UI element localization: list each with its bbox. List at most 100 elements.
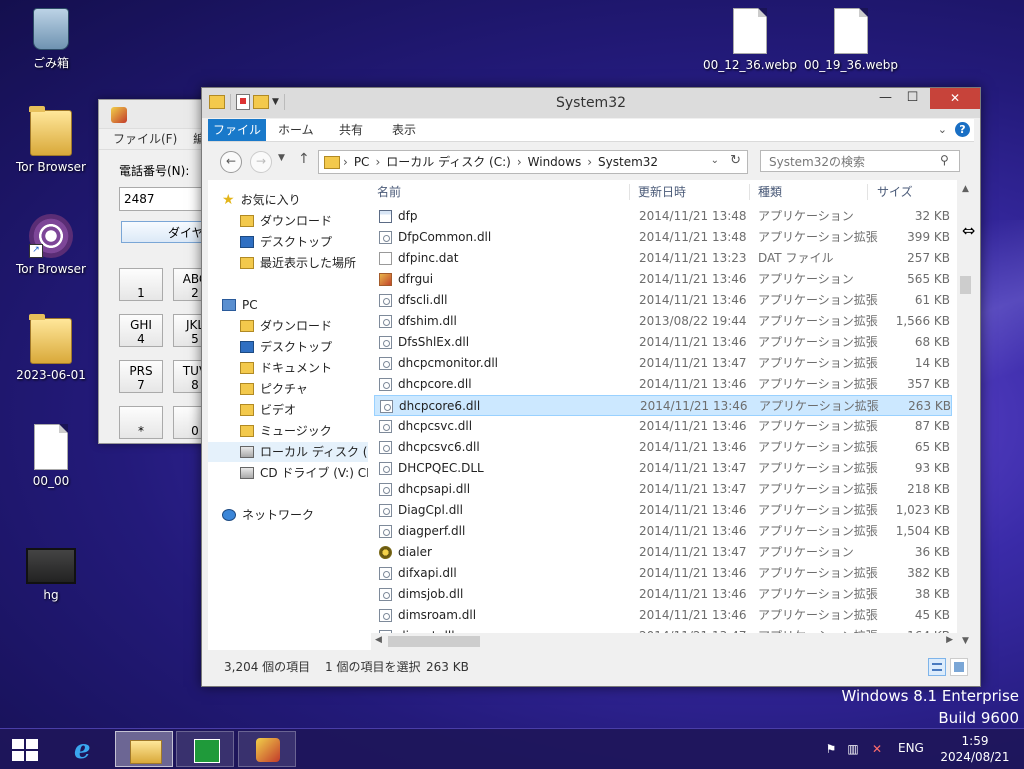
- recent-locations-dropdown-icon[interactable]: ▼: [278, 153, 285, 163]
- breadcrumb-item[interactable]: ローカル ディスク (C:): [386, 155, 511, 169]
- help-icon[interactable]: ?: [955, 122, 970, 137]
- file-row[interactable]: DfsShlEx.dll 2014/11/21 13:46 アプリケーション拡張 68…: [374, 332, 952, 353]
- nav-network[interactable]: ネットワーク: [208, 505, 368, 525]
- desktop-icon[interactable]: hg: [3, 540, 99, 602]
- file-row[interactable]: dhcpcore.dll 2014/11/21 13:46 アプリケーション拡張 35…: [374, 374, 952, 395]
- expand-ribbon-chevron-icon[interactable]: ⌄: [938, 123, 947, 136]
- vertical-scroll-thumb[interactable]: [960, 276, 971, 294]
- back-button[interactable]: ←: [220, 151, 242, 173]
- column-divider[interactable]: [749, 184, 750, 200]
- file-row[interactable]: DfpCommon.dll 2014/11/21 13:48 アプリケーション拡張 3…: [374, 227, 952, 248]
- network-icon[interactable]: ▥: [846, 742, 860, 756]
- nav-pc-item[interactable]: ミュージック: [208, 421, 368, 441]
- large-icons-view-button[interactable]: [950, 658, 968, 676]
- file-row[interactable]: dhcpcmonitor.dll 2014/11/21 13:47 アプリケーション…: [374, 353, 952, 374]
- address-dropdown-icon[interactable]: ⌄: [711, 155, 719, 166]
- column-header-name[interactable]: 名前: [377, 180, 401, 204]
- desktop-icon[interactable]: 00_12_36.webp: [702, 8, 798, 72]
- nav-pc-item[interactable]: デスクトップ: [208, 337, 368, 357]
- column-header-date[interactable]: 更新日時: [638, 180, 686, 204]
- file-row[interactable]: dfshim.dll 2013/08/22 19:44 アプリケーション拡張 1,56…: [374, 311, 952, 332]
- horizontal-scroll-thumb[interactable]: [388, 636, 480, 647]
- desktop-icon[interactable]: 00_00: [3, 424, 99, 488]
- action-center-flag-icon[interactable]: ⚑: [824, 742, 838, 756]
- close-button[interactable]: ✕: [930, 88, 980, 109]
- scroll-right-arrow-icon[interactable]: ▶: [946, 635, 953, 645]
- desktop-icon[interactable]: 2023-06-01: [3, 314, 99, 382]
- breadcrumb-item[interactable]: System32: [598, 155, 658, 169]
- breadcrumb-item[interactable]: Windows: [528, 155, 582, 169]
- column-header-size[interactable]: サイズ: [877, 180, 913, 204]
- tab-view[interactable]: 表示: [392, 119, 416, 141]
- tab-home[interactable]: ホーム: [278, 119, 314, 141]
- file-row[interactable]: dfp 2014/11/21 13:48 アプリケーション 32 KB: [374, 206, 952, 227]
- column-header-type[interactable]: 種類: [758, 180, 782, 204]
- file-row[interactable]: dimsjob.dll 2014/11/21 13:46 アプリケーション拡張 38 …: [374, 584, 952, 605]
- file-row[interactable]: dhcpsapi.dll 2014/11/21 13:47 アプリケーション拡張 21…: [374, 479, 952, 500]
- file-row[interactable]: dhcpcore6.dll 2014/11/21 13:46 アプリケーション拡張 2…: [374, 395, 952, 416]
- nav-pc[interactable]: PC: [208, 295, 368, 315]
- scroll-up-arrow-icon[interactable]: ▲: [957, 184, 974, 194]
- taskbar-phone-dialer[interactable]: [238, 731, 296, 767]
- breadcrumb-separator-icon[interactable]: ›: [587, 155, 592, 169]
- search-input[interactable]: System32の検索: [760, 150, 960, 172]
- desktop-icon[interactable]: Tor Browser: [3, 106, 99, 174]
- column-divider[interactable]: [629, 184, 630, 200]
- keypad-key[interactable]: PRS 7: [119, 360, 163, 393]
- breadcrumb-separator-icon[interactable]: ›: [343, 155, 348, 169]
- taskbar-clock[interactable]: 1:59 2024/08/21: [940, 733, 1010, 765]
- nav-favorites-item[interactable]: デスクトップ: [208, 232, 368, 252]
- minimize-button[interactable]: —: [872, 88, 899, 109]
- up-arrow-icon[interactable]: ↑: [298, 151, 310, 167]
- desktop-icon[interactable]: ↗ Tor Browser: [3, 214, 99, 276]
- scroll-left-arrow-icon[interactable]: ◀: [375, 635, 382, 645]
- file-row[interactable]: dfpinc.dat 2014/11/21 13:23 DAT ファイル 257 KB: [374, 248, 952, 269]
- file-row[interactable]: dhcpcsvc6.dll 2014/11/21 13:46 アプリケーション拡張 6…: [374, 437, 952, 458]
- forward-button[interactable]: →: [250, 151, 272, 173]
- keypad-key[interactable]: 1: [119, 268, 163, 301]
- nav-pc-item[interactable]: ドキュメント: [208, 358, 368, 378]
- scroll-down-arrow-icon[interactable]: ▼: [957, 636, 974, 646]
- nav-pc-item[interactable]: ピクチャ: [208, 379, 368, 399]
- file-row[interactable]: diagperf.dll 2014/11/21 13:46 アプリケーション拡張 1,…: [374, 521, 952, 542]
- nav-favorites-item[interactable]: ダウンロード: [208, 211, 368, 231]
- address-bar[interactable]: › PC › ローカル ディスク (C:) › Windows › System32 ⌄ ↻: [318, 150, 748, 174]
- horizontal-scrollbar[interactable]: ◀ ▶: [371, 633, 957, 650]
- taskbar-file-explorer[interactable]: [115, 731, 173, 767]
- breadcrumb-item[interactable]: PC: [354, 155, 370, 169]
- phone-dialer-window[interactable]: ファイル(F) 編集 電話番号(N): 2487 ダイヤル 1ABC2GHI4J…: [98, 99, 210, 444]
- dialer-menu-file[interactable]: ファイル(F): [113, 132, 177, 146]
- file-row[interactable]: dfrgui 2014/11/21 13:46 アプリケーション 565 KB: [374, 269, 952, 290]
- input-language[interactable]: ENG: [898, 741, 924, 755]
- file-row[interactable]: dialer 2014/11/21 13:47 アプリケーション 36 KB: [374, 542, 952, 563]
- column-divider[interactable]: [867, 184, 868, 200]
- nav-pc-item[interactable]: ローカル ディスク (C:): [208, 442, 368, 462]
- taskbar-internet-explorer[interactable]: e: [58, 731, 116, 767]
- details-view-button[interactable]: [928, 658, 946, 676]
- file-row[interactable]: difxapi.dll 2014/11/21 13:46 アプリケーション拡張 382…: [374, 563, 952, 584]
- desktop-icon[interactable]: 00_19_36.webp: [803, 8, 899, 72]
- tab-share[interactable]: 共有: [339, 119, 363, 141]
- file-row[interactable]: DHCPQEC.DLL 2014/11/21 13:47 アプリケーション拡張 93 …: [374, 458, 952, 479]
- keypad-key[interactable]: *: [119, 406, 163, 439]
- taskbar-store[interactable]: [176, 731, 234, 767]
- file-row[interactable]: dhcpcsvc.dll 2014/11/21 13:46 アプリケーション拡張 87…: [374, 416, 952, 437]
- dialer-titlebar[interactable]: [99, 100, 209, 129]
- explorer-window[interactable]: ▼ System32 — ☐ ✕ ファイル ホーム 共有 表示 ⌄ ? ← → …: [201, 87, 981, 687]
- nav-pc-item[interactable]: CD ドライブ (V:) CDF: [208, 463, 368, 483]
- phone-number-input[interactable]: 2487: [119, 187, 209, 211]
- breadcrumb-separator-icon[interactable]: ›: [375, 155, 380, 169]
- vertical-scrollbar[interactable]: ▲ ▼: [957, 180, 974, 650]
- file-row[interactable]: DiagCpl.dll 2014/11/21 13:46 アプリケーション拡張 1,0…: [374, 500, 952, 521]
- dial-button[interactable]: ダイヤル: [121, 221, 209, 243]
- explorer-titlebar[interactable]: ▼ System32 — ☐ ✕: [202, 88, 980, 118]
- refresh-icon[interactable]: ↻: [730, 153, 741, 168]
- nav-favorites-item[interactable]: 最近表示した場所: [208, 253, 368, 273]
- maximize-button[interactable]: ☐: [899, 88, 926, 109]
- nav-pc-item[interactable]: ダウンロード: [208, 316, 368, 336]
- volume-muted-icon[interactable]: ✕: [870, 742, 884, 756]
- nav-pc-item[interactable]: ビデオ: [208, 400, 368, 420]
- file-row[interactable]: dimsroam.dll 2014/11/21 13:46 アプリケーション拡張 45…: [374, 605, 952, 626]
- desktop-icon[interactable]: ごみ箱: [3, 8, 99, 71]
- breadcrumb-separator-icon[interactable]: ›: [517, 155, 522, 169]
